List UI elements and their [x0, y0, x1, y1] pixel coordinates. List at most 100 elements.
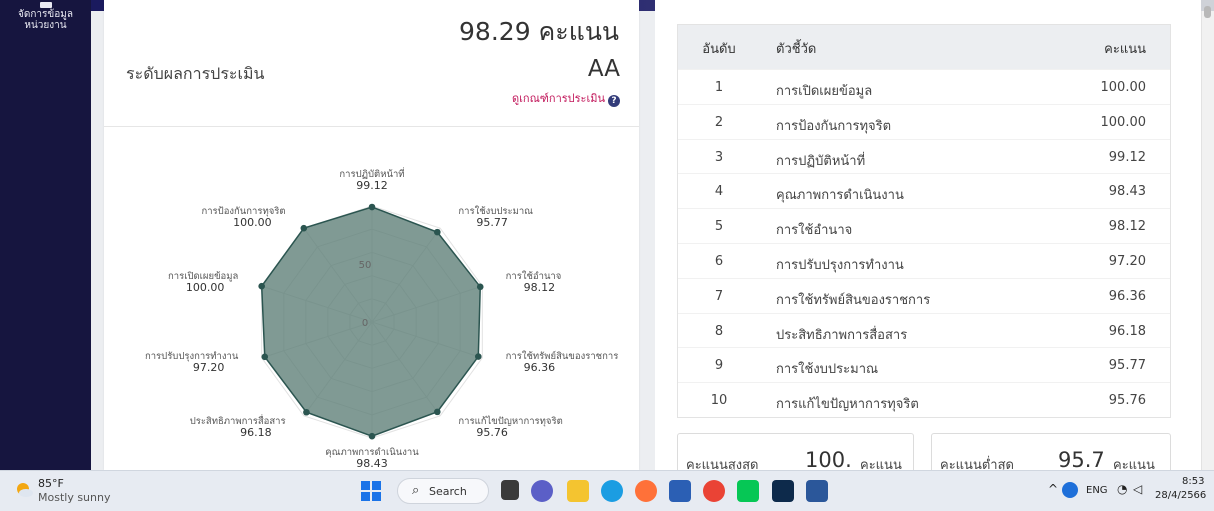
weather-description[interactable]: Mostly sunny [38, 491, 110, 504]
row-score: 95.77 [1108, 358, 1146, 374]
row-rank: 4 [714, 184, 724, 200]
radar-axis-label: การแก้ไขปัญหาการทุจริต [458, 415, 562, 427]
radar-series-area [260, 206, 482, 437]
radar-data-point [368, 203, 376, 211]
row-rank: 10 [710, 393, 728, 409]
sidebar: จัดการข้อมูล หน่วยงาน [0, 0, 91, 470]
weather-sun-icon[interactable] [14, 480, 34, 500]
folder-icon[interactable] [567, 480, 589, 502]
radar-value-label: 96.36 [524, 361, 556, 374]
radar-tick-label: 0 [362, 318, 368, 329]
total-score: 98.29 คะแนน [459, 17, 619, 46]
row-indicator: การใช้งบประมาณ [776, 362, 879, 378]
row-score: 97.20 [1108, 253, 1146, 269]
firefox-icon[interactable] [635, 480, 657, 502]
wifi-icon[interactable]: ◔ [1117, 482, 1127, 496]
table-body: 1 การเปิดเผยข้อมูล 100.00 2 การป้องกันการทุจ… [678, 69, 1170, 417]
row-indicator: การปรับปรุงการทำงาน [776, 257, 904, 273]
radar-data-point [476, 283, 484, 291]
view-criteria-link[interactable]: ดูเกณฑ์การประเมิน? [512, 89, 620, 107]
page-scrollbar[interactable] [1201, 11, 1214, 470]
radar-data-point [433, 408, 441, 416]
teams-chat-icon[interactable] [531, 480, 553, 502]
row-rank: 6 [714, 253, 724, 269]
radar-axis-label: การใช้ทรัพย์สินของราชการ [506, 350, 619, 362]
speaker-icon[interactable]: ◁ [1133, 482, 1142, 496]
radar-data-point [258, 282, 265, 290]
row-rank: 7 [714, 288, 724, 304]
row-score: 96.36 [1108, 288, 1146, 304]
row-score: 98.43 [1108, 184, 1146, 200]
edge-icon[interactable] [601, 480, 623, 502]
row-rank: 1 [714, 80, 724, 95]
cloud-sync-icon[interactable] [1062, 482, 1078, 498]
sidebar-item-label: จัดการข้อมูล หน่วยงาน [18, 9, 73, 31]
radar-data-point [368, 432, 376, 440]
min-score-value: 95.7 [1058, 448, 1105, 472]
photoshop-icon[interactable] [772, 480, 794, 502]
search-label: Search [429, 485, 467, 498]
line-icon[interactable] [737, 480, 759, 502]
ranking-table: อันดับ ตัวชี้วัด คะแนน 1 การเปิดเผยข้อมูล… [677, 24, 1171, 418]
chrome-icon[interactable] [703, 480, 725, 502]
row-indicator: การใช้อำนาจ [776, 223, 853, 239]
row-score: 96.18 [1108, 323, 1146, 339]
assessment-level-label: ระดับผลการประเมิน [126, 64, 265, 83]
windows-taskbar: 85°F Mostly sunny ⌕ Search ^ ENG ◔ ◁ 8:5… [0, 470, 1214, 511]
radar-value-label: 98.12 [524, 281, 556, 294]
row-score: 100.00 [1100, 80, 1147, 95]
row-indicator: การแก้ไขปัญหาการทุจริต [776, 397, 919, 413]
word-icon[interactable] [806, 480, 828, 502]
table-row: 9 การใช้งบประมาณ 95.77 [678, 347, 1170, 382]
radar-value-label: 98.43 [356, 457, 388, 470]
radar-chart: 050การปฏิบัติหน้าที่99.12การใช้งบประมาณ9… [145, 167, 619, 470]
clock-date[interactable]: 28/4/2566 [1155, 490, 1206, 501]
scrollbar-thumb[interactable] [1204, 6, 1211, 18]
radar-value-label: 95.76 [476, 426, 508, 439]
radar-value-label: 100.00 [186, 281, 225, 294]
radar-value-label: 97.20 [193, 361, 225, 374]
row-rank: 9 [714, 358, 724, 374]
row-indicator: คุณภาพการดำเนินงาน [776, 188, 904, 204]
row-indicator: การป้องกันการทุจริต [776, 118, 892, 134]
radar-data-point [475, 353, 482, 360]
table-row: 2 การป้องกันการทุจริต 100.00 [678, 103, 1170, 139]
table-row: 10 การแก้ไขปัญหาการทุจริต 95.76 [678, 382, 1170, 417]
sidebar-item-manage-agency-data[interactable]: จัดการข้อมูล หน่วยงาน [0, 0, 91, 48]
table-row: 3 การปฏิบัติหน้าที่ 99.12 [678, 138, 1170, 174]
row-score: 95.76 [1108, 393, 1146, 409]
table-row: 5 การใช้อำนาจ 98.12 [678, 208, 1170, 243]
ranking-card: อันดับ ตัวชี้วัด คะแนน 1 การเปิดเผยข้อมูล… [655, 0, 1201, 483]
radar-data-point [300, 224, 308, 232]
weather-temperature[interactable]: 85°F [38, 477, 64, 490]
max-score-value: 100. [805, 448, 852, 472]
header-rank: อันดับ [702, 42, 736, 57]
radar-value-label: 95.77 [476, 216, 508, 229]
row-score: 98.12 [1108, 219, 1146, 235]
folder-icon [40, 2, 52, 8]
row-rank: 3 [714, 149, 724, 165]
radar-value-label: 100.00 [233, 216, 272, 229]
row-score: 99.12 [1108, 149, 1146, 165]
screen: { "sidebar": { "items": [ {"label_line1"… [0, 0, 1214, 511]
table-row: 1 การเปิดเผยข้อมูล 100.00 [678, 69, 1170, 104]
clock-time[interactable]: 8:53 [1182, 476, 1204, 487]
radar-data-point [433, 228, 441, 236]
store-icon[interactable] [669, 480, 691, 502]
file-explorer-icon[interactable] [501, 480, 519, 500]
row-indicator: การเปิดเผยข้อมูล [776, 84, 873, 99]
windows-start-icon[interactable] [360, 480, 382, 502]
radar-value-label: 96.18 [240, 426, 272, 439]
taskbar-search[interactable]: ⌕ Search [397, 478, 489, 504]
table-row: 4 คุณภาพการดำเนินงาน 98.43 [678, 173, 1170, 208]
divider [104, 126, 639, 127]
help-icon[interactable]: ? [608, 95, 620, 107]
radar-value-label: 99.12 [356, 179, 388, 192]
table-header: อันดับ ตัวชี้วัด คะแนน [678, 25, 1170, 69]
show-hidden-icons[interactable]: ^ [1048, 482, 1058, 496]
row-rank: 8 [714, 323, 724, 339]
language-indicator[interactable]: ENG [1086, 485, 1108, 496]
header-indicator: ตัวชี้วัด [776, 42, 817, 57]
radar-data-point [261, 353, 269, 361]
row-rank: 2 [714, 114, 724, 130]
